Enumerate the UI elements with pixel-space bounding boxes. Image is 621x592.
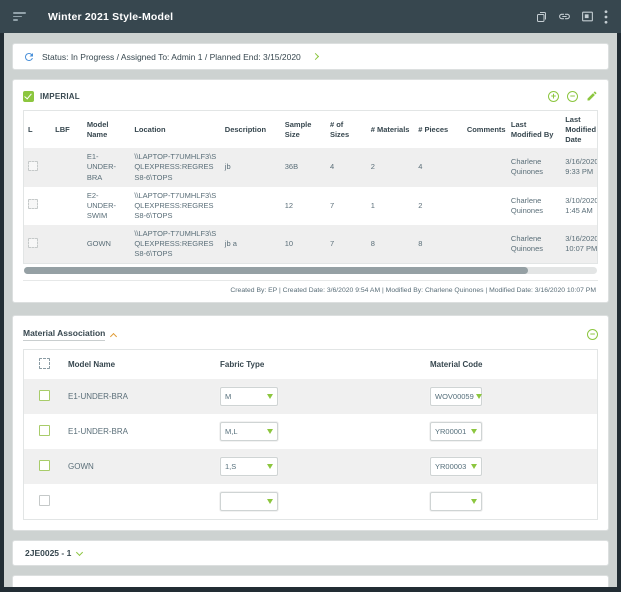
top-bar: Winter 2021 Style-Model [0,0,621,33]
status-expand-chevron-icon[interactable] [312,53,319,60]
scrollbar-thumb[interactable] [24,267,528,274]
col-location: Location [130,111,220,148]
fabric-type-dropdown[interactable]: 1,S [220,457,278,476]
edit-pencil-icon[interactable] [586,90,598,102]
row-select-checkbox[interactable] [28,199,38,209]
col-comments: Comments [463,111,507,148]
dropdown-arrow-icon [471,499,477,504]
dropdown-arrow-icon [267,394,273,399]
table-row[interactable]: E1-UNDER-BRA \\LAPTOP-T7UMHLF3\SQLEXPRES… [24,148,598,186]
remove-row-icon[interactable]: − [567,91,578,102]
material-code-dropdown[interactable] [430,492,482,511]
select-all-checkbox[interactable] [39,358,50,369]
cell-model-name: GOWN [83,225,131,263]
table-row[interactable]: E1-UNDER-BRA M WOV00059 [24,379,597,414]
col-material-code: Material Code [426,350,597,379]
copy-icon[interactable] [536,10,548,23]
dropdown-arrow-icon [267,499,273,504]
row-select-checkbox[interactable] [39,460,50,471]
row-select-checkbox[interactable] [39,390,50,401]
material-table-box: Model Name Fabric Type Material Code E1-… [23,349,598,520]
row-select-checkbox[interactable] [39,425,50,436]
status-refresh-icon [23,51,35,63]
col-num-pieces: # Pieces [414,111,463,148]
col-last-modified-date: Last Modified Date [561,111,598,148]
imperial-panel: IMPERIAL + − L [12,79,609,303]
material-association-title: Material Association [23,328,105,341]
cell-location: \\LAPTOP-T7UMHLF3\SQLEXPRESS:REGRESS8-6\… [130,225,220,263]
kebab-menu-icon[interactable] [604,10,608,24]
remove-row-icon[interactable]: − [587,329,598,340]
page-title: Winter 2021 Style-Model [48,11,173,23]
col-description: Description [221,111,281,148]
table-row[interactable]: E1-UNDER-BRA M,L YR00001 [24,414,597,449]
row-select-checkbox[interactable] [39,495,50,506]
comments-panel: 0 Comment(s) + Comment Modified By [12,575,609,587]
imperial-label: IMPERIAL [40,92,80,101]
dropdown-arrow-icon [267,464,273,469]
material-code-dropdown[interactable]: YR00003 [430,457,482,476]
workflow-status-bar[interactable]: Status: In Progress / Assigned To: Admin… [12,43,609,70]
menu-icon[interactable] [13,12,26,21]
col-model-name: Model Name [64,350,216,379]
link-icon[interactable] [558,10,571,23]
horizontal-scrollbar[interactable] [24,267,597,274]
expand-chevron-icon[interactable] [76,549,83,556]
record-audit-text: Created By: EP | Created Date: 3/6/2020 … [23,280,598,298]
add-row-icon[interactable]: + [548,91,559,102]
fabric-type-dropdown[interactable]: M [220,387,278,406]
dropdown-arrow-icon [267,429,273,434]
dropdown-arrow-icon [476,394,482,399]
status-text: Status: In Progress / Assigned To: Admin… [42,52,301,62]
cell-location: \\LAPTOP-T7UMHLF3\SQLEXPRESS:REGRESS8-6\… [130,187,220,225]
imperial-checkbox[interactable] [23,91,34,102]
cell-location: \\LAPTOP-T7UMHLF3\SQLEXPRESS:REGRESS8-6\… [130,148,220,186]
style-section-header[interactable]: 2JE0025 - 1 [12,540,609,566]
material-code-dropdown[interactable]: YR00001 [430,422,482,441]
app-window: Winter 2021 Style-Model Status: In Progr… [0,0,621,592]
col-l: L [24,111,51,148]
dropdown-arrow-icon [471,464,477,469]
col-model-name: Model Name [83,111,131,148]
dropdown-arrow-icon [471,429,477,434]
col-last-modified-by: Last Modified By [507,111,561,148]
col-sample-size: Sample Size [281,111,326,148]
fabric-type-dropdown[interactable] [220,492,278,511]
collapse-chevron-icon[interactable] [110,333,117,340]
col-num-materials: # Materials [367,111,415,148]
imperial-header-row: L LBF Model Name Location Description Sa… [24,111,598,148]
col-fabric-type: Fabric Type [216,350,426,379]
imperial-table-viewport: L LBF Model Name Location Description Sa… [23,110,598,264]
imperial-table: L LBF Model Name Location Description Sa… [24,111,598,263]
table-row[interactable]: GOWN 1,S YR00003 [24,449,597,484]
table-row[interactable] [24,484,597,519]
fabric-type-dropdown[interactable]: M,L [220,422,278,441]
cell-model-name: E2-UNDER-SWIM [83,187,131,225]
row-select-checkbox[interactable] [28,238,38,248]
material-table: Model Name Fabric Type Material Code E1-… [24,350,597,519]
table-row[interactable]: E2-UNDER-SWIM \\LAPTOP-T7UMHLF3\SQLEXPRE… [24,187,598,225]
table-row[interactable]: GOWN \\LAPTOP-T7UMHLF3\SQLEXPRESS:REGRES… [24,225,598,263]
col-num-sizes: # of Sizes [326,111,367,148]
material-code-dropdown[interactable]: WOV00059 [430,387,482,406]
style-section-title: 2JE0025 - 1 [25,548,71,558]
page-content: Status: In Progress / Assigned To: Admin… [4,33,617,587]
col-lbf: LBF [51,111,83,148]
material-header-row: Model Name Fabric Type Material Code [24,350,597,379]
image-icon[interactable] [581,10,594,23]
row-select-checkbox[interactable] [28,161,38,171]
cell-model-name: E1-UNDER-BRA [83,148,131,186]
material-association-panel: Material Association − Model Name Fabric… [12,315,609,531]
